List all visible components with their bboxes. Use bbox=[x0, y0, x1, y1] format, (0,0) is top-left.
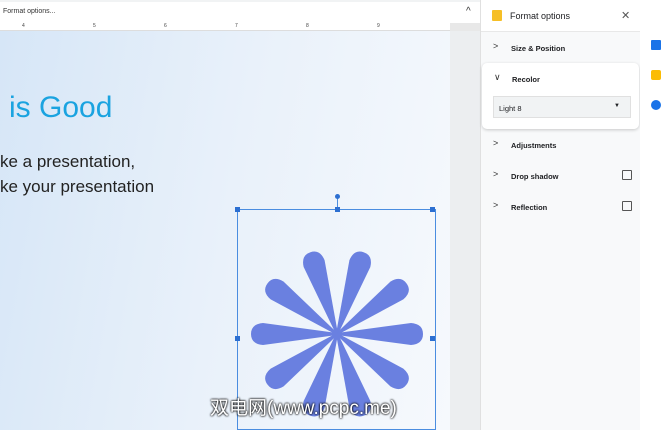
section-label: Recolor bbox=[512, 75, 540, 84]
format-options-icon bbox=[492, 10, 502, 21]
close-icon[interactable]: ✕ bbox=[621, 9, 633, 22]
slide-heading[interactable]: is Good bbox=[9, 91, 209, 125]
reflection-checkbox[interactable] bbox=[622, 201, 632, 211]
ruler-number: 8 bbox=[306, 23, 309, 29]
chevron-right-icon: > bbox=[493, 200, 499, 210]
resize-handle[interactable] bbox=[235, 207, 240, 212]
section-reflection[interactable]: > Reflection bbox=[481, 191, 639, 222]
section-label: Reflection bbox=[511, 203, 548, 212]
section-size-position[interactable]: > Size & Position bbox=[481, 32, 639, 63]
format-options-link[interactable]: Format options... bbox=[3, 8, 123, 15]
format-options-panel: Format options ✕ > Size & Position ∨ Recol… bbox=[480, 0, 640, 430]
recolor-header[interactable]: ∨ Recolor bbox=[482, 63, 639, 94]
section-label: Drop shadow bbox=[511, 172, 559, 181]
drop-shadow-checkbox[interactable] bbox=[622, 170, 632, 180]
panel-title: Format options bbox=[510, 11, 571, 21]
resize-handle[interactable] bbox=[235, 336, 240, 341]
ruler-number: 5 bbox=[93, 23, 96, 29]
section-drop-shadow[interactable]: > Drop shadow bbox=[481, 160, 639, 191]
calendar-icon[interactable] bbox=[651, 40, 661, 50]
chevron-right-icon: > bbox=[493, 169, 499, 179]
recolor-dropdown[interactable]: Light 8 ▼ bbox=[493, 96, 631, 118]
ruler[interactable]: 4 5 6 7 8 9 bbox=[0, 23, 450, 31]
ruler-number: 4 bbox=[22, 23, 25, 29]
section-adjustments[interactable]: > Adjustments bbox=[481, 129, 639, 160]
side-panel bbox=[640, 0, 670, 430]
recolor-value: Light 8 bbox=[499, 104, 522, 113]
chevron-down-icon: ∨ bbox=[494, 72, 501, 82]
watermark: 双电网(www.pcpc.me) bbox=[210, 398, 397, 419]
ruler-number: 9 bbox=[377, 23, 380, 29]
section-recolor: ∨ Recolor Light 8 ▼ bbox=[482, 63, 639, 129]
canvas-gutter bbox=[450, 31, 480, 430]
format-options-bar: Format options... ^ bbox=[0, 0, 480, 23]
section-label: Size & Position bbox=[511, 44, 566, 53]
chevron-right-icon: > bbox=[493, 138, 499, 148]
slide-text-line[interactable]: ke a presentation, bbox=[0, 152, 200, 172]
ruler-number: 7 bbox=[235, 23, 238, 29]
keep-icon[interactable] bbox=[651, 70, 661, 80]
chevron-right-icon: > bbox=[493, 41, 499, 51]
resize-handle[interactable] bbox=[430, 207, 435, 212]
ruler-corner bbox=[450, 23, 480, 31]
rotate-handle[interactable] bbox=[335, 194, 340, 199]
section-label: Adjustments bbox=[511, 141, 557, 150]
collapse-chevron-up-icon[interactable]: ^ bbox=[466, 6, 476, 17]
slide-canvas[interactable]: is Good ke a presentation, ke your prese… bbox=[0, 31, 450, 430]
slide-text-line[interactable]: ke your presentation bbox=[0, 177, 200, 197]
dropdown-arrow-icon: ▼ bbox=[614, 103, 620, 109]
resize-handle[interactable] bbox=[430, 336, 435, 341]
panel-header: Format options ✕ bbox=[481, 0, 640, 32]
ruler-number: 6 bbox=[164, 23, 167, 29]
resize-handle[interactable] bbox=[335, 207, 340, 212]
tasks-icon[interactable] bbox=[651, 100, 661, 110]
